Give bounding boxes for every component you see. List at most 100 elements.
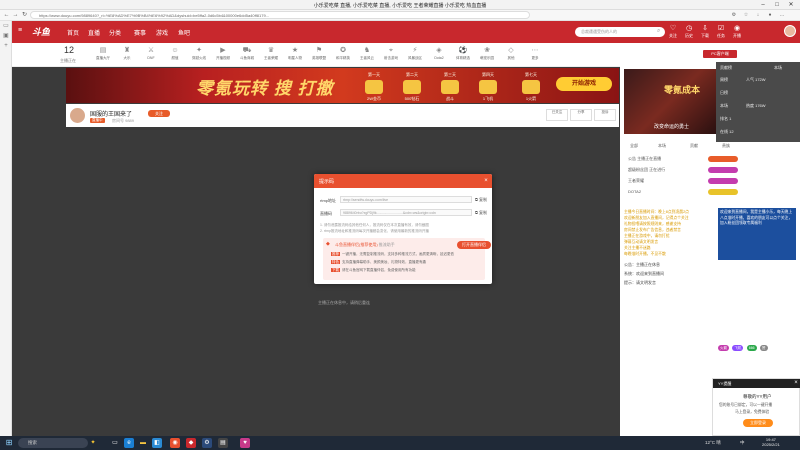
nav-games[interactable]: 游戏 <box>156 28 168 37</box>
hamburger-icon[interactable]: ≡ <box>18 27 22 34</box>
history-icon[interactable]: ◷ 历史 <box>682 24 696 39</box>
app-icon[interactable]: ◉ <box>170 438 180 448</box>
category-item[interactable]: ☺ 颜值 <box>164 46 186 61</box>
nav-fishbar[interactable]: 鱼吧 <box>178 28 190 37</box>
task-view-icon[interactable]: ▭ <box>110 438 120 448</box>
close-window-button[interactable]: ✕ <box>784 1 798 9</box>
panel-row[interactable]: 公告 主播正在直播 <box>628 156 661 162</box>
page-icon[interactable]: ▣ <box>0 31 12 41</box>
category-item[interactable]: ◈ Dota2 <box>428 46 450 60</box>
category-item[interactable]: ◇ 其他 <box>500 46 522 61</box>
address-bar: ← → ↻ https://www.douyu.com/9889640?_ri=… <box>0 10 800 21</box>
app-icon[interactable]: ◧ <box>152 438 162 448</box>
download-icon[interactable]: ↓ <box>754 11 762 19</box>
maximize-button[interactable]: □ <box>770 1 784 9</box>
category-item[interactable]: ⚽ 体育精选 <box>452 46 474 61</box>
nav-category[interactable]: 分类 <box>109 28 121 37</box>
nav-home[interactable]: 首页 <box>67 28 79 37</box>
steam-icon[interactable]: ⚙ <box>202 438 212 448</box>
site-search-input[interactable]: 总裁遭遇受伤的人的 <box>575 27 665 37</box>
copy-code-button[interactable]: ⧉ 复制 <box>475 210 487 216</box>
report-button[interactable]: 投诉 <box>594 109 616 121</box>
category-item[interactable]: ♛ 王者荣耀 <box>260 46 282 61</box>
panel-badge <box>708 156 738 162</box>
windows-start-icon[interactable]: ⊞ <box>4 438 14 448</box>
side-ad[interactable]: 零氪成本 改变命运的勇士 <box>624 69 716 134</box>
category-item[interactable]: ▶ 开播视频 <box>212 46 234 61</box>
gift-item[interactable]: 赞 <box>760 345 768 351</box>
app-icon[interactable]: ◆ <box>186 438 196 448</box>
task-icon[interactable]: ☑ 任务 <box>714 24 728 39</box>
category-item[interactable]: ⚡ 风暴战区 <box>404 46 426 61</box>
ime-indicator[interactable]: 中 <box>740 438 745 448</box>
nav-events[interactable]: 赛事 <box>134 28 146 37</box>
streamer-avatar[interactable] <box>70 108 85 123</box>
category-item[interactable]: ⚔ DNF <box>140 46 162 60</box>
tab-list-icon[interactable]: ▭ <box>0 21 12 31</box>
category-item[interactable]: ✪ 和平精英 <box>332 46 354 61</box>
rank-header[interactable]: 贡献榜 <box>720 65 732 71</box>
panel-row[interactable]: 王者荣耀 <box>628 178 644 184</box>
weather-widget[interactable]: 12°C 晴 <box>705 438 721 448</box>
favorites-icon[interactable]: ☆ <box>742 11 750 19</box>
url-input[interactable]: https://www.douyu.com/9889640?_ri=%E8%AD… <box>30 11 530 19</box>
close-icon[interactable]: × <box>481 176 491 186</box>
dialog-note: 2. rtmp推流地址和推流码每次开播都会变化，请使用最新的推流码开播 <box>320 229 429 233</box>
gift-item[interactable]: 飞机 <box>732 345 744 351</box>
app-icon[interactable]: ♥ <box>240 438 250 448</box>
promo-banner[interactable]: 零氪玩转 搜 打撤 第一天 2W金币 第二天 500钻石 第三天 战斗 第四天 1飞机 … <box>66 68 619 103</box>
category-item[interactable]: ▤ 直播大厅 <box>92 46 114 61</box>
category-item[interactable]: ⚑ 英雄联盟 <box>308 46 330 61</box>
explorer-icon[interactable]: ▬ <box>138 438 148 448</box>
widget-icon[interactable]: ✦ <box>88 438 98 448</box>
broadcast-icon[interactable]: ◉ 开播 <box>730 24 744 39</box>
panel-tab[interactable]: 全部 <box>630 143 638 149</box>
open-companion-button[interactable]: 打开直播伴侣 <box>457 241 491 249</box>
user-avatar[interactable] <box>784 25 796 37</box>
site-logo[interactable]: 斗鱼 <box>32 25 50 38</box>
edge-icon[interactable]: e <box>124 438 134 448</box>
extensions-icon[interactable]: ⚙ <box>730 11 738 19</box>
rtmp-address-field[interactable]: rtmp://sendfw.douyu.com/live <box>340 196 472 203</box>
panel-row[interactable]: 超级粉丝团 正在进行 <box>628 167 665 173</box>
panel-row[interactable]: DOTA2 <box>628 189 641 194</box>
category-item[interactable]: ⋯ 更多 <box>524 46 546 61</box>
close-icon[interactable]: × <box>791 379 800 388</box>
followed-button[interactable]: 已关注 <box>546 109 568 121</box>
clock[interactable]: 19:47 2025/2/21 <box>762 437 780 447</box>
add-tab-icon[interactable]: + <box>0 41 12 51</box>
rank-header[interactable]: 本场 <box>774 65 782 71</box>
back-icon[interactable]: ← <box>2 11 11 20</box>
panel-tab[interactable]: 贵族 <box>722 143 730 149</box>
gift-item[interactable]: 火箭 <box>718 345 729 351</box>
copy-rtmp-button[interactable]: ⧉ 复制 <box>475 197 487 203</box>
push-code-field[interactable]: 9889640rbu?xgPDj9k......................… <box>340 209 472 216</box>
download-app-icon[interactable]: ⇩ 下载 <box>698 24 712 39</box>
nav-live[interactable]: 直播 <box>88 28 100 37</box>
app-icon[interactable]: ▤ <box>218 438 228 448</box>
gift-item[interactable]: 666 <box>746 345 757 351</box>
category-item[interactable]: ♞ 王者风云 <box>356 46 378 61</box>
follow-icon[interactable]: ♡ 关注 <box>666 24 680 39</box>
profile-icon[interactable]: ● <box>766 11 774 19</box>
category-item[interactable]: ❀ 萌宠乐园 <box>476 46 498 61</box>
pc-client-button[interactable]: PC客户端 <box>703 50 737 58</box>
menu-icon[interactable]: … <box>778 11 786 19</box>
taskbar-search[interactable]: 搜索 <box>18 438 88 448</box>
category-item[interactable]: ✦ 穿越火线 <box>188 46 210 61</box>
minimize-button[interactable]: – <box>756 1 770 9</box>
start-game-button[interactable]: 开始游戏 <box>556 77 612 91</box>
yy-login-button[interactable]: 立即登录 <box>743 419 773 427</box>
forward-icon[interactable]: → <box>11 11 20 20</box>
follow-button[interactable]: 关注 <box>148 110 170 117</box>
dialog-title: 提示码 <box>319 179 335 185</box>
panel-tab[interactable]: 本场 <box>658 143 666 149</box>
search-icon[interactable]: ⌕ <box>657 28 660 35</box>
category-item[interactable]: ⛟ 斗鱼商城 <box>236 46 258 61</box>
category-item[interactable]: ★ 明星人物 <box>284 46 306 61</box>
share-button[interactable]: 分享 <box>570 109 592 121</box>
category-item[interactable]: ♜ 大乐 <box>116 46 138 61</box>
panel-tab[interactable]: 贡献 <box>690 143 698 149</box>
reload-icon[interactable]: ↻ <box>20 11 29 20</box>
category-item[interactable]: ⌖ 射击游戏 <box>380 46 402 61</box>
